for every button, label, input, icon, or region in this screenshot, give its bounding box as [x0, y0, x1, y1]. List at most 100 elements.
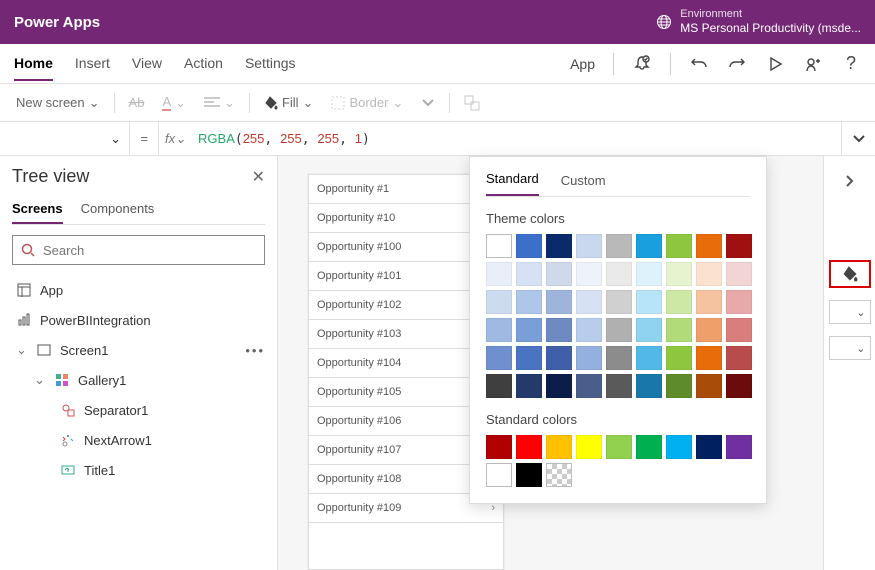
- color-swatch[interactable]: [606, 262, 632, 286]
- color-swatch[interactable]: [516, 435, 542, 459]
- menu-action[interactable]: Action: [184, 47, 223, 81]
- menu-home[interactable]: Home: [14, 47, 53, 81]
- environment-picker[interactable]: Environment MS Personal Productivity (ms…: [656, 8, 861, 36]
- new-screen-button[interactable]: New screen ⌄: [8, 91, 108, 115]
- color-swatch[interactable]: [516, 262, 542, 286]
- fill-color-button[interactable]: [829, 260, 871, 288]
- property-dropdown-1[interactable]: ⌄: [829, 300, 871, 324]
- property-dropdown-2[interactable]: ⌄: [829, 336, 871, 360]
- expand-panel-button[interactable]: [839, 170, 861, 192]
- undo-button[interactable]: [689, 54, 709, 74]
- search-input[interactable]: [43, 243, 256, 258]
- fx-label[interactable]: fx ⌄: [158, 122, 192, 155]
- color-swatch[interactable]: [546, 290, 572, 314]
- color-swatch[interactable]: [486, 318, 512, 342]
- colorpicker-tab-custom[interactable]: Custom: [561, 173, 606, 196]
- color-swatch[interactable]: [636, 290, 662, 314]
- color-swatch[interactable]: [666, 262, 692, 286]
- color-swatch[interactable]: [606, 435, 632, 459]
- tree-search[interactable]: [12, 235, 265, 265]
- color-swatch[interactable]: [696, 234, 722, 258]
- color-swatch[interactable]: [486, 262, 512, 286]
- color-swatch[interactable]: [726, 318, 752, 342]
- color-swatch[interactable]: [666, 374, 692, 398]
- app-menu[interactable]: App: [570, 56, 595, 72]
- color-swatch[interactable]: [636, 318, 662, 342]
- color-swatch[interactable]: [636, 374, 662, 398]
- menu-insert[interactable]: Insert: [75, 47, 110, 81]
- redo-button[interactable]: [727, 54, 747, 74]
- treeview-tab-screens[interactable]: Screens: [12, 201, 63, 224]
- color-swatch[interactable]: [606, 374, 632, 398]
- color-swatch[interactable]: [576, 346, 602, 370]
- color-swatch[interactable]: [576, 435, 602, 459]
- treeview-tab-components[interactable]: Components: [81, 201, 155, 224]
- group-button[interactable]: [456, 91, 488, 115]
- color-swatch[interactable]: [516, 234, 542, 258]
- color-swatch[interactable]: [546, 234, 572, 258]
- color-swatch[interactable]: [726, 234, 752, 258]
- color-swatch[interactable]: [576, 262, 602, 286]
- color-swatch[interactable]: [636, 435, 662, 459]
- tree-node-title1[interactable]: Title1: [12, 455, 265, 485]
- color-swatch[interactable]: [606, 318, 632, 342]
- color-swatch[interactable]: [486, 346, 512, 370]
- color-swatch[interactable]: [726, 435, 752, 459]
- color-swatch[interactable]: [726, 374, 752, 398]
- strikethrough-button[interactable]: Ab: [121, 91, 153, 114]
- color-swatch[interactable]: [546, 346, 572, 370]
- color-swatch[interactable]: [546, 374, 572, 398]
- app-checker-icon[interactable]: [632, 54, 652, 74]
- help-button[interactable]: ?: [841, 54, 861, 74]
- color-swatch[interactable]: [696, 374, 722, 398]
- more-chevron[interactable]: [413, 94, 443, 112]
- color-swatch[interactable]: [666, 318, 692, 342]
- color-swatch[interactable]: [516, 463, 542, 487]
- tree-node-separator1[interactable]: Separator1: [12, 395, 265, 425]
- color-swatch[interactable]: [696, 262, 722, 286]
- color-swatch[interactable]: [666, 346, 692, 370]
- tree-node-powerbi[interactable]: PowerBIIntegration: [12, 305, 265, 335]
- color-swatch[interactable]: [516, 318, 542, 342]
- tree-node-gallery1[interactable]: ⌄ Gallery1: [12, 365, 265, 395]
- color-swatch[interactable]: [576, 234, 602, 258]
- color-swatch[interactable]: [576, 318, 602, 342]
- align-button[interactable]: ⌄: [196, 91, 243, 115]
- color-swatch[interactable]: [486, 374, 512, 398]
- menu-settings[interactable]: Settings: [245, 47, 296, 81]
- tree-node-screen1[interactable]: ⌄ Screen1 •••: [12, 335, 265, 365]
- color-swatch[interactable]: [666, 234, 692, 258]
- color-swatch[interactable]: [666, 290, 692, 314]
- color-swatch[interactable]: [726, 290, 752, 314]
- tree-node-nextarrow1[interactable]: NextArrow1: [12, 425, 265, 455]
- tree-node-app[interactable]: App: [12, 275, 265, 305]
- fill-button[interactable]: Fill ⌄: [256, 91, 322, 115]
- color-swatch[interactable]: [486, 435, 512, 459]
- color-swatch[interactable]: [516, 290, 542, 314]
- color-swatch[interactable]: [636, 234, 662, 258]
- more-icon[interactable]: •••: [245, 343, 265, 358]
- menu-view[interactable]: View: [132, 47, 162, 81]
- color-swatch[interactable]: [636, 262, 662, 286]
- color-swatch[interactable]: [606, 346, 632, 370]
- color-swatch[interactable]: [726, 346, 752, 370]
- color-swatch[interactable]: [546, 318, 572, 342]
- font-color-button[interactable]: A ⌄: [154, 90, 194, 115]
- color-swatch[interactable]: [606, 234, 632, 258]
- color-swatch[interactable]: [606, 290, 632, 314]
- color-swatch[interactable]: [696, 290, 722, 314]
- color-swatch[interactable]: [696, 435, 722, 459]
- color-swatch[interactable]: [696, 318, 722, 342]
- color-swatch[interactable]: [576, 290, 602, 314]
- formula-input[interactable]: RGBA(255, 255, 255, 1): [192, 131, 841, 147]
- color-swatch[interactable]: [726, 262, 752, 286]
- no-fill-swatch[interactable]: [546, 463, 572, 487]
- color-swatch[interactable]: [516, 374, 542, 398]
- color-swatch[interactable]: [576, 374, 602, 398]
- color-swatch[interactable]: [636, 346, 662, 370]
- share-button[interactable]: [803, 54, 823, 74]
- canvas[interactable]: Opportunity #1›Opportunity #10›Opportuni…: [278, 156, 823, 570]
- color-swatch[interactable]: [486, 463, 512, 487]
- color-swatch[interactable]: [486, 234, 512, 258]
- color-swatch[interactable]: [546, 435, 572, 459]
